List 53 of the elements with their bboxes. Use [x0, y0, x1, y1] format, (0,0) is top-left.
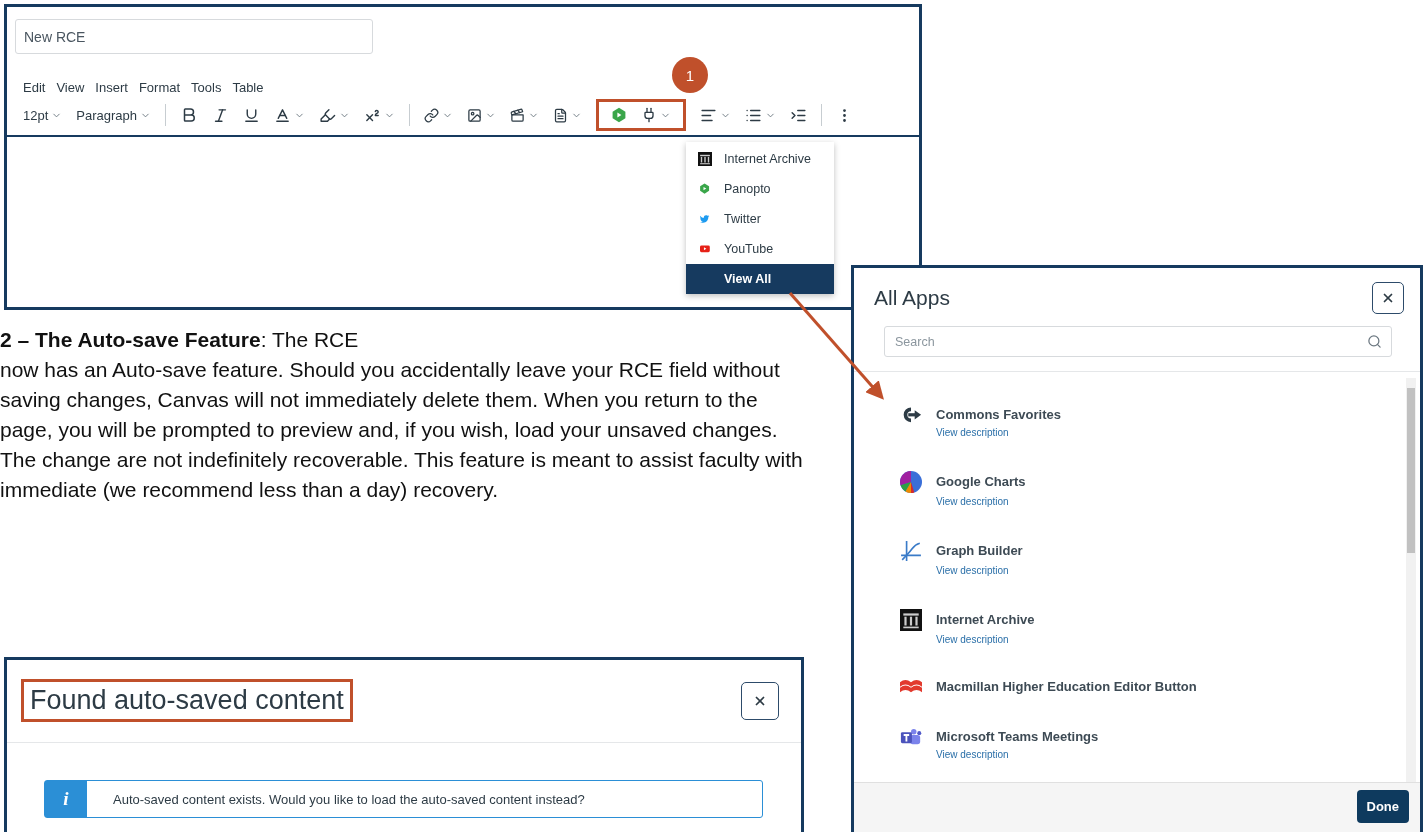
image-icon[interactable] [467, 107, 483, 123]
search-icon [1367, 334, 1382, 349]
app-name[interactable]: Graph Builder [936, 543, 1406, 559]
dialog-title: Found auto-saved content [21, 679, 353, 722]
menu-item[interactable]: YouTube [686, 234, 834, 264]
view-description-link[interactable]: View description [936, 564, 1406, 576]
view-description-link[interactable]: View description [936, 426, 1406, 438]
close-button[interactable] [1372, 282, 1404, 314]
body-paragraph: 2 – The Auto-save Feature: The RCE now has an Auto-save feature. Should you accidentally leave your RCE field without saving changes, Canvas will not immediately delete them. When you return to the page, you will be prompted to preview and, if you wish, load your unsaved changes. The change are not indefinitely recoverable. This feature is meant to assist faculty with immediate (we recommend less than a day) recovery. [0, 327, 804, 503]
menu-item[interactable]: View All [686, 264, 834, 294]
search-field[interactable]: Search [884, 326, 1392, 357]
dialog-title: All Apps [874, 286, 950, 310]
highlighter-icon[interactable] [319, 106, 337, 124]
app-name[interactable]: Google Charts [936, 474, 1406, 490]
info-icon: i [45, 781, 87, 817]
museum-icon [698, 152, 712, 166]
pie-chart-icon [900, 470, 922, 493]
view-description-link[interactable]: View description [936, 633, 1406, 645]
menu-item[interactable]: View [56, 80, 85, 95]
font-size-dropdown[interactable]: 12pt [23, 107, 63, 123]
app-name[interactable]: Commons Favorites [936, 407, 1406, 423]
menu-item[interactable]: Format [138, 80, 181, 95]
view-description-link[interactable]: View description [936, 495, 1406, 507]
graph-axes-icon [900, 539, 922, 562]
link-icon[interactable] [424, 107, 440, 123]
title-field[interactable]: New RCE [15, 19, 373, 54]
menu-item[interactable]: Insert [95, 80, 128, 95]
app-name[interactable]: Microsoft Teams Meetings [936, 729, 1406, 745]
done-button[interactable]: Done [1356, 790, 1409, 823]
text-color-icon[interactable] [274, 106, 292, 124]
hexagon-play-icon [611, 107, 628, 123]
alert-text: Auto-saved content exists. Would you like to load the auto-saved content instead? [113, 791, 585, 807]
menu-item[interactable]: Panopto [686, 174, 834, 204]
hexagon-play-icon [699, 183, 711, 195]
app-name[interactable]: Macmillan Higher Education Editor Button [936, 678, 1406, 694]
people-icon [900, 728, 922, 746]
museum-icon [900, 608, 922, 631]
underline-icon[interactable] [243, 106, 261, 124]
media-icon[interactable] [510, 107, 526, 123]
bird-icon [700, 214, 710, 224]
close-icon [1381, 291, 1395, 305]
view-description-link[interactable]: View description [936, 748, 1406, 760]
close-button[interactable] [741, 681, 779, 720]
play-icon [700, 245, 710, 253]
menu-item[interactable]: Twitter [686, 204, 834, 234]
menu-item[interactable]: Tools [191, 80, 222, 95]
block-format-dropdown[interactable]: Paragraph [76, 107, 152, 123]
menu-item[interactable]: Edit [23, 80, 46, 95]
scrollbar[interactable] [1406, 378, 1416, 782]
document-icon[interactable] [553, 107, 569, 123]
menu-item[interactable]: Internet Archive [686, 144, 834, 174]
app-name[interactable]: Internet Archive [936, 612, 1406, 628]
menu-item[interactable]: Table [232, 80, 264, 95]
